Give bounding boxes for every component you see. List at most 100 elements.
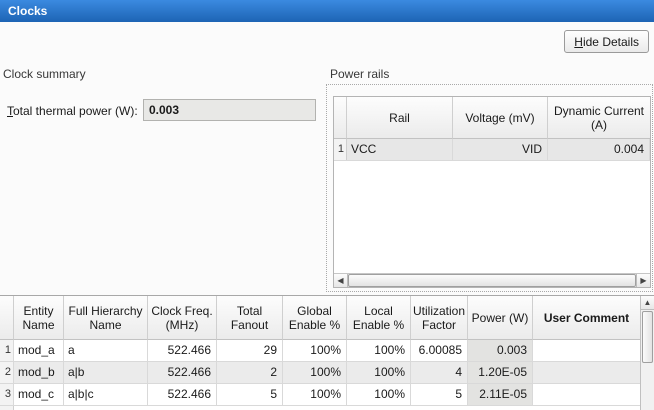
vscroll-track[interactable]	[641, 310, 654, 410]
header-global-enable[interactable]: Global Enable %	[283, 296, 347, 340]
clock-freq-cell[interactable]: 522.466	[148, 340, 217, 361]
total-fanout-cell[interactable]: 29	[217, 340, 283, 361]
power-cell[interactable]: 0.003	[468, 340, 533, 361]
panel-title: Clocks	[8, 4, 47, 18]
row-number-cell[interactable]: 1	[0, 340, 14, 361]
power-rails-header-rail[interactable]: Rail	[347, 97, 453, 139]
clocks-table-header-row: Entity Name Full Hierarchy Name Clock Fr…	[0, 296, 640, 340]
hscroll-thumb[interactable]	[348, 274, 636, 287]
user-comment-cell[interactable]	[533, 384, 640, 405]
hierarchy-name-cell[interactable]: a|b|c	[64, 384, 148, 405]
power-cell[interactable]: 2.11E-05	[468, 384, 533, 405]
hscroll-left-button[interactable]: ◀	[334, 274, 348, 287]
user-comment-cell[interactable]	[533, 362, 640, 383]
header-line: Voltage (mV)	[465, 111, 534, 125]
header-total-fanout[interactable]: Total Fanout	[217, 296, 283, 340]
power-analyzer-clocks-panel: Clocks Hide Details Clock summary Total …	[0, 0, 654, 410]
entity-name-cell[interactable]: mod_c	[14, 384, 64, 405]
power-rails-hscrollbar[interactable]: ◀ ▶	[334, 273, 650, 287]
header-line: Name	[22, 318, 54, 332]
total-thermal-label-text: otal thermal power (W):	[13, 104, 138, 118]
header-line: Name	[89, 318, 121, 332]
hscroll-track[interactable]	[348, 274, 636, 287]
entity-name-cell[interactable]: mod_b	[14, 362, 64, 383]
hide-details-button[interactable]: Hide Details	[564, 30, 649, 53]
clock-summary-group-label: Clock summary	[3, 67, 86, 81]
header-line: Fanout	[231, 318, 268, 332]
utilization-factor-cell[interactable]: 6.00085	[411, 340, 468, 361]
right-arrow-icon: ▶	[640, 277, 646, 285]
up-arrow-icon: ▲	[644, 299, 652, 307]
total-fanout-cell[interactable]: 2	[217, 362, 283, 383]
voltage-cell[interactable]: VID	[453, 139, 548, 160]
row-number-cell[interactable]: 3	[0, 384, 14, 405]
header-line: Enable %	[289, 318, 340, 332]
total-thermal-power-field[interactable]: 0.003	[143, 99, 316, 121]
user-comment-cell[interactable]	[533, 340, 640, 361]
clocks-table: Entity Name Full Hierarchy Name Clock Fr…	[0, 295, 654, 410]
table-row: 3 mod_c a|b|c 522.466 5 100% 100% 5 2.11…	[0, 384, 640, 406]
utilization-factor-cell[interactable]: 5	[411, 384, 468, 405]
total-thermal-power-label: Total thermal power (W):	[7, 104, 138, 118]
vscroll-thumb[interactable]	[642, 311, 653, 363]
local-enable-cell[interactable]: 100%	[347, 384, 411, 405]
clock-freq-cell[interactable]: 522.466	[148, 384, 217, 405]
table-partial-row	[0, 406, 640, 410]
entity-name-cell[interactable]: mod_a	[14, 340, 64, 361]
global-enable-cell[interactable]: 100%	[283, 362, 347, 383]
header-user-comment[interactable]: User Comment	[533, 296, 640, 340]
header-line: Enable %	[353, 318, 404, 332]
power-rails-corner-header[interactable]	[334, 97, 347, 139]
header-full-hierarchy-name[interactable]: Full Hierarchy Name	[64, 296, 148, 340]
vscroll-up-button[interactable]: ▲	[641, 296, 654, 310]
total-fanout-cell[interactable]: 5	[217, 384, 283, 405]
row-number-cell-empty	[0, 406, 14, 410]
header-line: Power (W)	[472, 311, 529, 325]
header-local-enable[interactable]: Local Enable %	[347, 296, 411, 340]
header-line: Local	[364, 304, 393, 318]
dynamic-current-cell[interactable]: 0.004	[548, 139, 650, 160]
local-enable-cell[interactable]: 100%	[347, 362, 411, 383]
header-line: Total	[237, 304, 262, 318]
power-cell[interactable]: 1.20E-05	[468, 362, 533, 383]
row-number-cell[interactable]: 1	[334, 139, 347, 160]
hide-details-label: ide Details	[583, 35, 639, 49]
power-rails-header-voltage[interactable]: Voltage (mV)	[453, 97, 548, 139]
header-clock-freq[interactable]: Clock Freq. (MHz)	[148, 296, 217, 340]
power-rails-header-dynamic-current[interactable]: Dynamic Current (A)	[548, 97, 650, 139]
header-power[interactable]: Power (W)	[468, 296, 533, 340]
header-utilization-factor[interactable]: Utilization Factor	[411, 296, 468, 340]
power-rails-empty-area	[334, 161, 650, 273]
clocks-table-corner-header[interactable]	[0, 296, 14, 340]
clock-freq-cell[interactable]: 522.466	[148, 362, 217, 383]
left-arrow-icon: ◀	[337, 277, 343, 285]
header-line: Clock Freq.	[151, 304, 212, 318]
panel-title-bar[interactable]: Clocks	[0, 0, 654, 22]
table-row: 2 mod_b a|b 522.466 2 100% 100% 4 1.20E-…	[0, 362, 640, 384]
table-row: 1 mod_a a 522.466 29 100% 100% 6.00085 0…	[0, 340, 640, 362]
hierarchy-name-cell[interactable]: a	[64, 340, 148, 361]
clocks-table-vscrollbar[interactable]: ▲	[640, 296, 654, 410]
local-enable-cell[interactable]: 100%	[347, 340, 411, 361]
hide-details-mnemonic: H	[574, 35, 583, 49]
header-line: Dynamic Current	[554, 104, 644, 118]
header-line: Full Hierarchy	[68, 304, 142, 318]
power-rails-group-label: Power rails	[330, 67, 389, 81]
header-line: Global	[297, 304, 332, 318]
header-line: User Comment	[544, 311, 629, 325]
header-entity-name[interactable]: Entity Name	[14, 296, 64, 340]
header-line: Utilization	[413, 304, 465, 318]
hscroll-right-button[interactable]: ▶	[636, 274, 650, 287]
header-line: (A)	[591, 118, 607, 132]
power-rails-table: Rail Voltage (mV) Dynamic Current (A) 1 …	[333, 96, 651, 288]
utilization-factor-cell[interactable]: 4	[411, 362, 468, 383]
header-line: Entity	[23, 304, 53, 318]
hierarchy-name-cell[interactable]: a|b	[64, 362, 148, 383]
global-enable-cell[interactable]: 100%	[283, 384, 347, 405]
header-line: Rail	[389, 111, 410, 125]
header-line: Factor	[422, 318, 456, 332]
row-number-cell[interactable]: 2	[0, 362, 14, 383]
power-rails-row: 1 VCC VID 0.004	[334, 139, 650, 161]
global-enable-cell[interactable]: 100%	[283, 340, 347, 361]
rail-cell[interactable]: VCC	[347, 139, 453, 160]
